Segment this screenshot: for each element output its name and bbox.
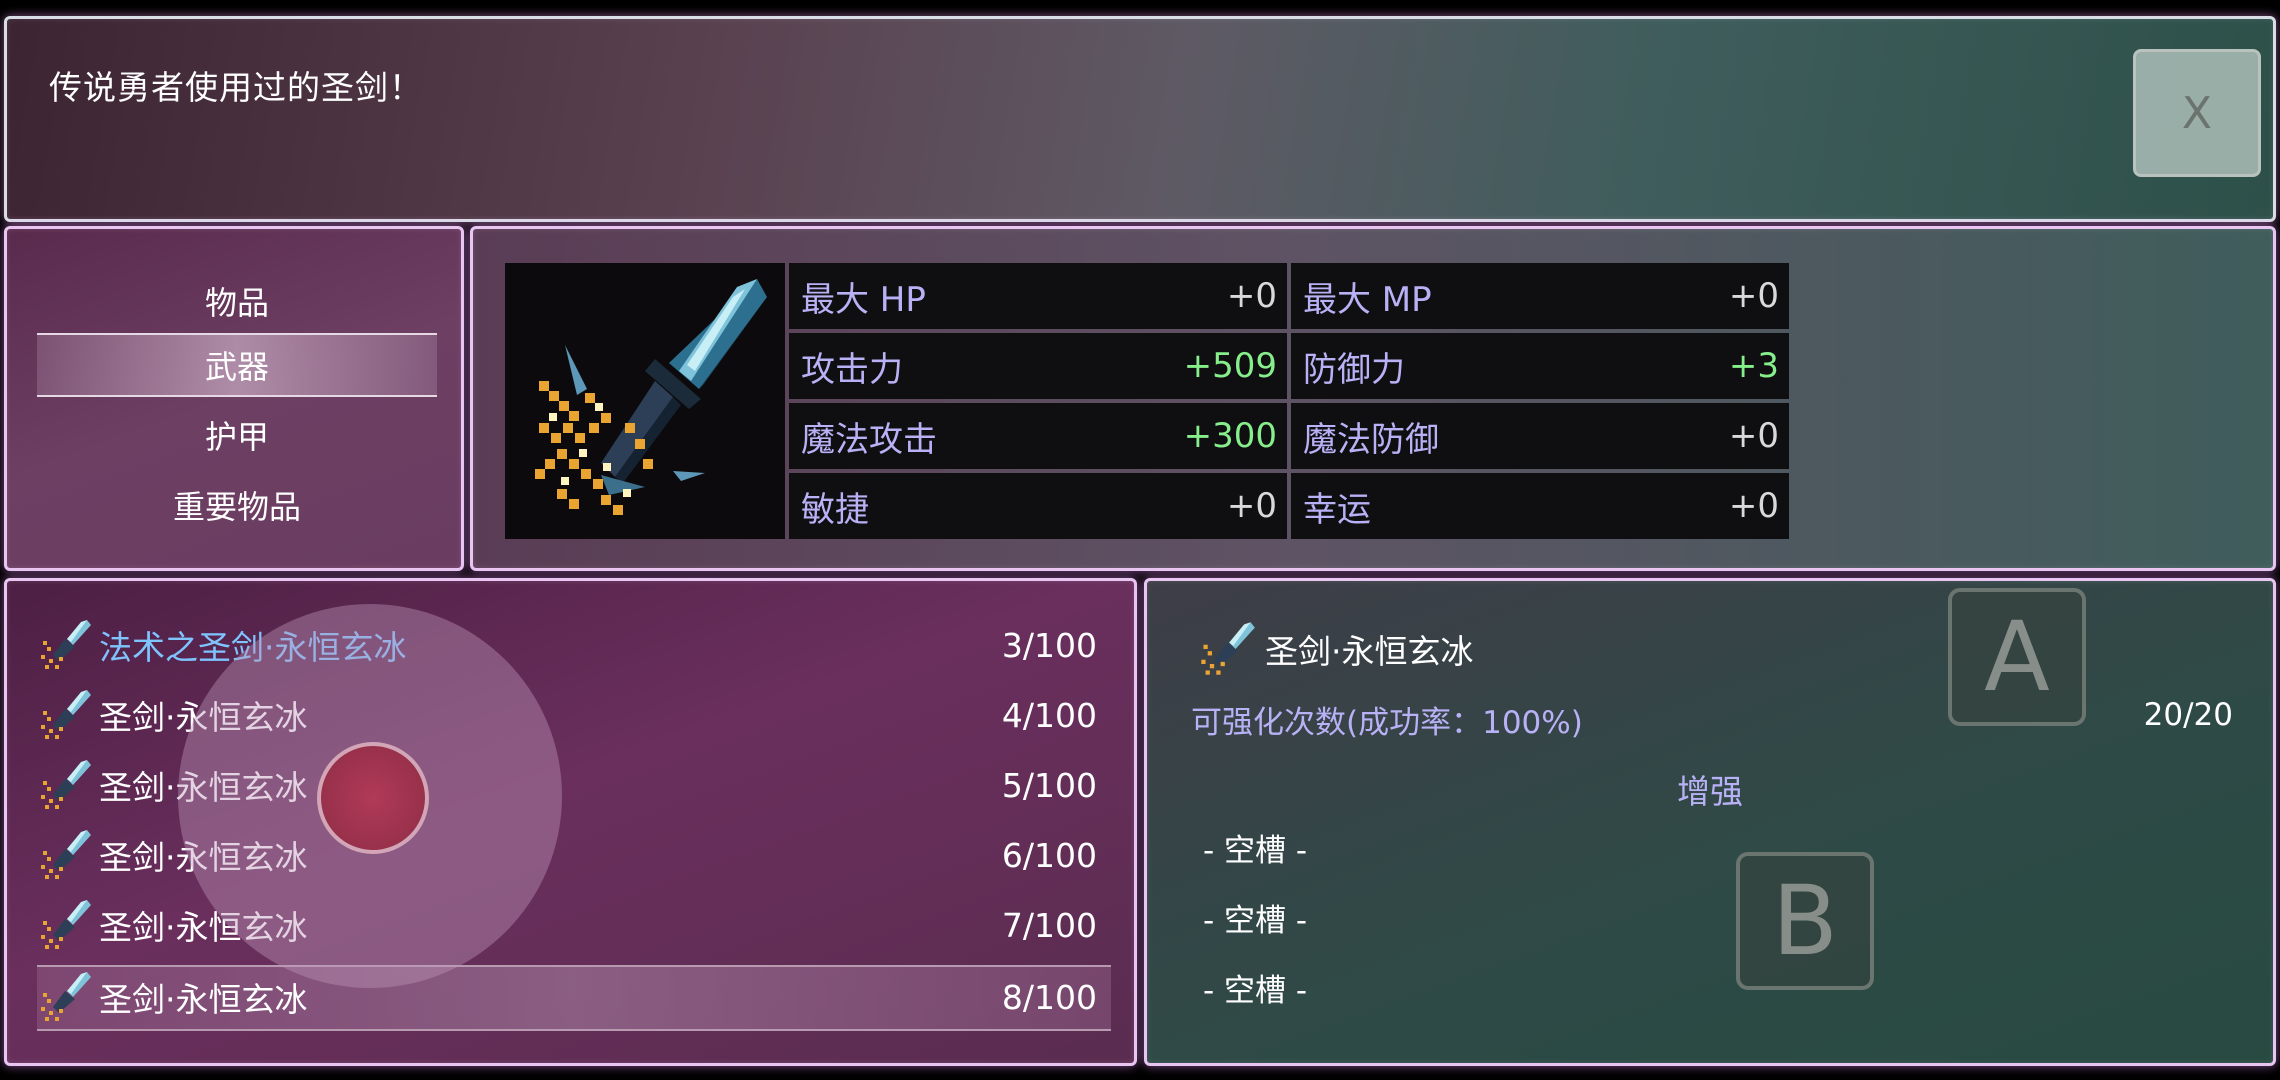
stat-label: 攻击力 bbox=[801, 349, 903, 390]
stat-defense: 防御力 +3 bbox=[1291, 333, 1789, 399]
action-button-b[interactable]: B bbox=[1736, 852, 1874, 990]
category-item-items[interactable]: 物品 bbox=[37, 271, 437, 331]
item-detail-panel: 圣剑·永恒玄冰 可强化次数(成功率：100%) 20/20 增强 - 空槽 - … bbox=[1144, 578, 2276, 1066]
item-durability: 3/100 bbox=[1001, 625, 1097, 665]
enhance-slot[interactable]: - 空槽 - bbox=[1203, 825, 1307, 870]
stat-value: +509 bbox=[1183, 346, 1277, 386]
item-image bbox=[505, 263, 785, 539]
category-item-weapons[interactable]: 武器 bbox=[37, 335, 437, 395]
ice-sword-large-icon bbox=[535, 279, 767, 515]
item-name: 圣剑·永恒玄冰 bbox=[99, 980, 308, 1019]
stat-luck: 幸运 +0 bbox=[1291, 473, 1789, 539]
stat-value: +0 bbox=[1728, 276, 1779, 316]
category-menu: 物品 武器 护甲 重要物品 bbox=[4, 226, 464, 571]
stat-attack: 攻击力 +509 bbox=[789, 333, 1287, 399]
stat-label: 最大 HP bbox=[801, 279, 926, 320]
ice-sword-icon bbox=[41, 690, 91, 739]
stat-label: 最大 MP bbox=[1303, 279, 1432, 320]
stat-label: 敏捷 bbox=[801, 489, 869, 530]
stat-label: 魔法防御 bbox=[1303, 419, 1439, 460]
ice-sword-icon bbox=[41, 900, 91, 949]
item-description-panel: 传说勇者使用过的圣剑！ X bbox=[4, 16, 2276, 222]
list-item[interactable]: 法术之圣剑·永恒玄冰 3/100 bbox=[37, 613, 1107, 677]
ice-sword-icon bbox=[41, 760, 91, 809]
item-durability: 8/100 bbox=[1001, 977, 1097, 1017]
ice-sword-icon bbox=[41, 620, 91, 669]
enhance-slot[interactable]: - 空槽 - bbox=[1203, 965, 1307, 1010]
close-button[interactable]: X bbox=[2133, 49, 2261, 177]
item-durability: 5/100 bbox=[1001, 765, 1097, 805]
list-item[interactable]: 圣剑·永恒玄冰 7/100 bbox=[37, 893, 1107, 957]
ice-sword-icon bbox=[41, 972, 91, 1021]
enhance-count-value: 20/20 bbox=[2143, 697, 2233, 733]
item-stats-panel: 最大 HP +0 最大 MP +0 攻击力 +509 防御力 +3 魔法攻击 +… bbox=[470, 226, 2276, 571]
stat-label: 魔法攻击 bbox=[801, 419, 937, 460]
list-item[interactable]: 圣剑·永恒玄冰 8/100 bbox=[37, 965, 1107, 1029]
item-durability: 4/100 bbox=[1001, 695, 1097, 735]
virtual-joystick-knob[interactable] bbox=[317, 742, 429, 854]
close-icon: X bbox=[2181, 87, 2213, 139]
stat-value: +3 bbox=[1728, 346, 1779, 386]
stat-magic-attack: 魔法攻击 +300 bbox=[789, 403, 1287, 469]
stat-value: +0 bbox=[1226, 276, 1277, 316]
weapon-list-panel: 法术之圣剑·永恒玄冰 3/100 圣剑·永恒玄冰 4/100 圣剑·永恒玄冰 5… bbox=[4, 578, 1137, 1066]
item-durability: 7/100 bbox=[1001, 905, 1097, 945]
stat-value: +0 bbox=[1728, 486, 1779, 526]
stat-magic-defense: 魔法防御 +0 bbox=[1291, 403, 1789, 469]
ice-sword-icon bbox=[1201, 622, 1255, 675]
stat-value: +300 bbox=[1183, 416, 1277, 456]
enhance-count-label: 可强化次数(成功率：100%) bbox=[1191, 705, 1583, 741]
enhance-slot[interactable]: - 空槽 - bbox=[1203, 895, 1307, 940]
ice-sword-icon bbox=[41, 830, 91, 879]
item-durability: 6/100 bbox=[1001, 835, 1097, 875]
action-button-a[interactable]: A bbox=[1948, 588, 2086, 726]
category-item-armor[interactable]: 护甲 bbox=[37, 405, 437, 465]
stat-value: +0 bbox=[1226, 486, 1277, 526]
enhance-title: 增强 bbox=[1677, 772, 1743, 811]
detail-item-name: 圣剑·永恒玄冰 bbox=[1265, 632, 1474, 671]
category-item-key-items[interactable]: 重要物品 bbox=[37, 475, 437, 535]
stat-value: +0 bbox=[1728, 416, 1779, 456]
item-description-text: 传说勇者使用过的圣剑！ bbox=[49, 68, 423, 107]
stat-label: 防御力 bbox=[1303, 349, 1405, 390]
stat-max-mp: 最大 MP +0 bbox=[1291, 263, 1789, 329]
stat-label: 幸运 bbox=[1303, 489, 1371, 530]
stat-max-hp: 最大 HP +0 bbox=[789, 263, 1287, 329]
stat-agility: 敏捷 +0 bbox=[789, 473, 1287, 539]
